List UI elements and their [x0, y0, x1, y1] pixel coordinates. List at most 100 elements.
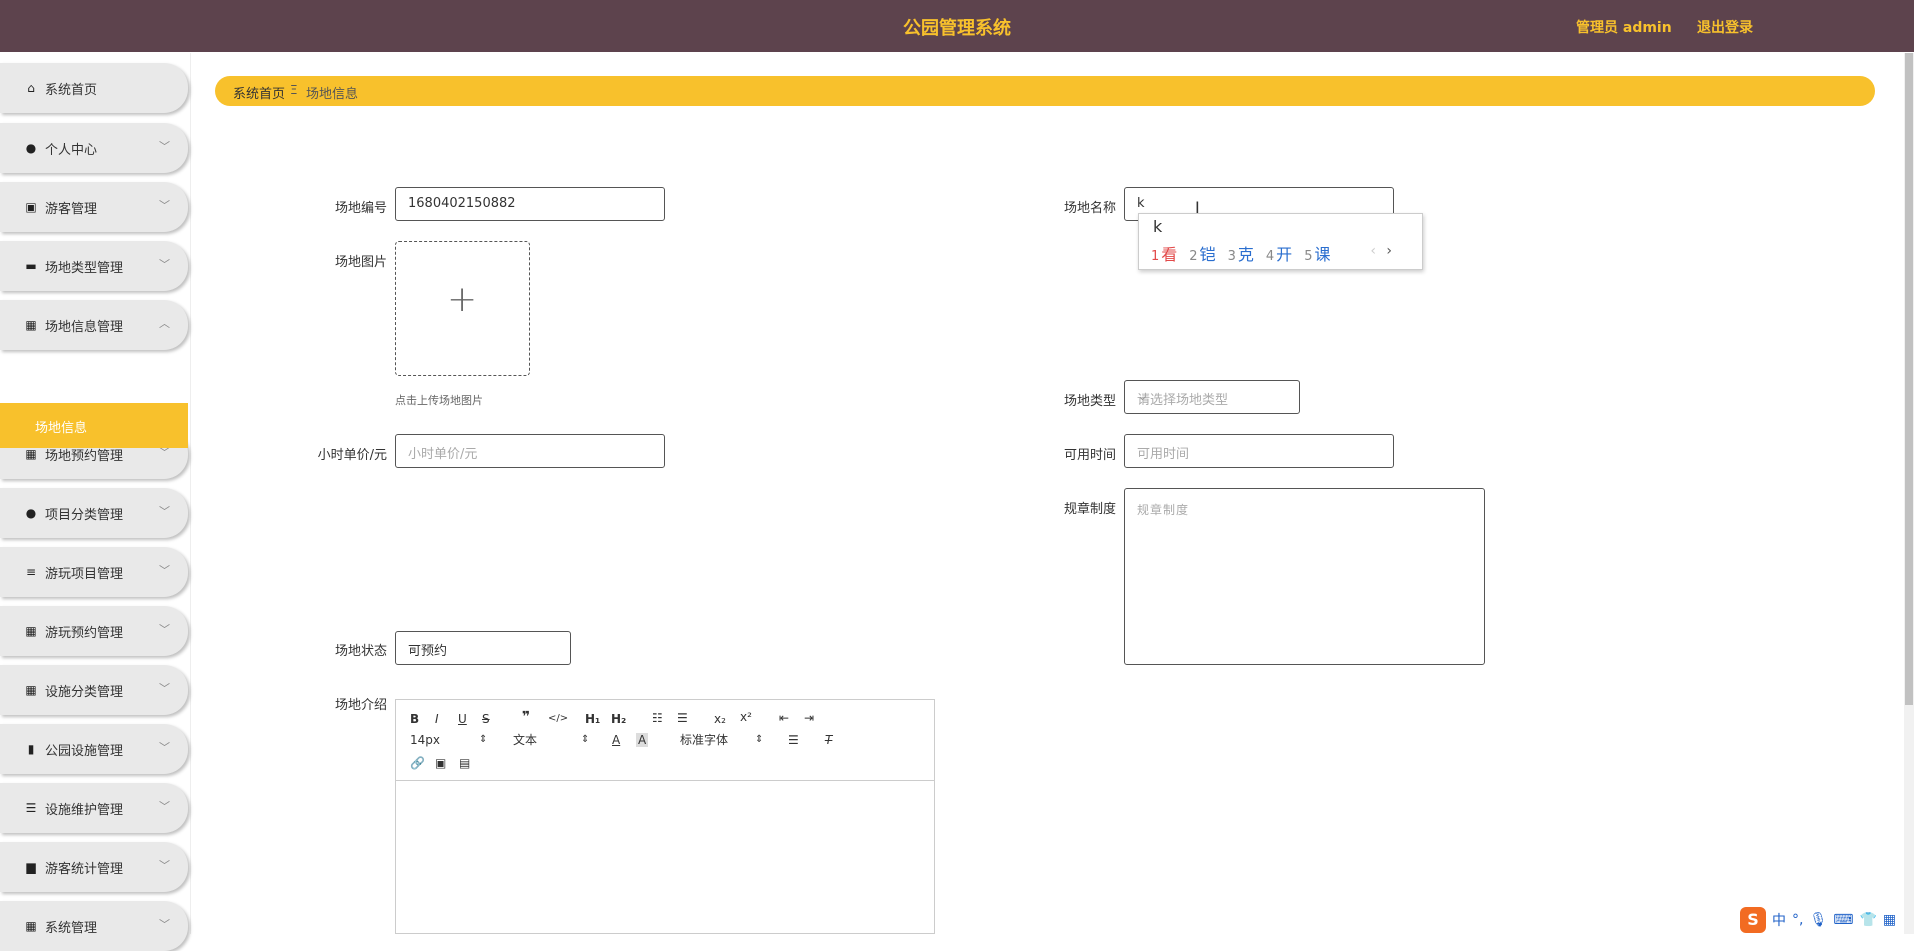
venue-image-label: 场地图片 [334, 255, 387, 270]
sidebar-item[interactable]: ▦ 系统管理 ﹀ [0, 901, 188, 951]
grid-icon: ▦ [25, 318, 37, 332]
sidebar-item[interactable]: ▦ 设施分类管理 ﹀ [0, 665, 188, 715]
breadcrumb-home[interactable]: 系统首页 [233, 83, 285, 102]
sidebar-item[interactable]: ▣ 游客管理 ﹀ [0, 182, 188, 232]
sidebar-item-label: 个人中心 [45, 143, 98, 158]
sidebar-item[interactable]: ▮ 公园设施管理 ﹀ [0, 724, 188, 774]
grid-icon: ▦ [25, 624, 37, 638]
chevron-down-icon: ﹀ [159, 140, 170, 153]
sidebar-item[interactable]: ≡ 游玩项目管理 ﹀ [0, 547, 188, 597]
font-color-icon[interactable]: A [612, 733, 620, 747]
ordered-list-icon[interactable]: ☷ [652, 711, 663, 725]
sidebar-item[interactable]: ▆ 游客统计管理 ﹀ [0, 842, 188, 892]
ime-candidate[interactable]: 3克 [1228, 241, 1254, 265]
image-upload-area[interactable]: + [395, 241, 530, 376]
status-label: 场地状态 [334, 644, 387, 659]
heading2-icon[interactable]: H₂ [611, 712, 626, 726]
ime-candidate-word: 铠 [1199, 245, 1216, 264]
venue-no-input[interactable]: 1680402150882 [395, 187, 665, 221]
sidebar-item[interactable]: ● 个人中心 ﹀ [0, 123, 188, 173]
venue-no-label: 场地编号 [334, 201, 387, 216]
sidebar-item-label: 游客统计管理 [45, 862, 124, 877]
font-family-arrows-icon: ⇕ [755, 734, 764, 745]
chevron-down-icon: ⌄ [408, 640, 419, 655]
sidebar-subitem-venue-info[interactable]: 场地信息 [0, 403, 188, 448]
sidebar-item-label: 系统管理 [45, 921, 98, 936]
sidebar-item[interactable]: ☰ 设施维护管理 ﹀ [0, 783, 188, 833]
venue-type-select[interactable]: 请选择场地类型 ⌄ [1124, 380, 1300, 414]
superscript-icon[interactable]: x² [740, 710, 752, 724]
available-time-input[interactable]: 可用时间 [1124, 434, 1394, 468]
microphone-icon[interactable]: 🎙 [1809, 912, 1827, 928]
code-icon[interactable]: </> [548, 712, 568, 726]
sidebar-item-label: 场地信息管理 [45, 320, 124, 335]
video-icon[interactable]: ▤ [459, 756, 470, 770]
sidebar-item-label: 设施维护管理 [45, 803, 124, 818]
status-select[interactable]: 可预约 ⌄ [395, 631, 571, 665]
underline-icon[interactable]: U [458, 712, 467, 726]
clear-format-icon[interactable]: T̶ [825, 733, 832, 747]
hourly-price-input[interactable]: 小时单价/元 [395, 434, 665, 468]
sidebar-item[interactable]: ▦ 游玩预约管理 ﹀ [0, 606, 188, 656]
font-family-select[interactable]: 标准字体 [680, 733, 728, 747]
sidebar-item-label: 设施分类管理 [45, 685, 124, 700]
ime-next-icon[interactable]: › [1386, 243, 1392, 259]
sidebar-item[interactable]: ⌂ 系统首页 [0, 63, 188, 113]
outdent-icon[interactable]: ⇤ [779, 711, 789, 725]
ime-candidate[interactable]: 4开 [1266, 241, 1292, 265]
skin-icon[interactable]: 👕 [1859, 912, 1876, 928]
ime-candidate[interactable]: 2铠 [1189, 241, 1215, 265]
link-icon[interactable]: 🔗 [410, 756, 425, 770]
page-scrollbar[interactable] [1904, 53, 1914, 934]
indent-icon[interactable]: ⇥ [804, 711, 814, 725]
rules-textarea[interactable]: 规章制度 [1124, 488, 1485, 665]
ime-candidate-number: 5 [1304, 249, 1313, 264]
sidebar-item-label: 场地类型管理 [45, 261, 124, 276]
italic-icon[interactable]: I [435, 712, 439, 726]
chevron-down-icon: ﹀ [159, 859, 170, 872]
sogou-logo-icon[interactable]: S [1740, 906, 1766, 933]
subscript-icon[interactable]: x₂ [714, 712, 726, 726]
ime-nav[interactable]: ‹ › [1370, 243, 1392, 259]
breadcrumb-separator-icon: Ξ [290, 83, 298, 97]
align-icon[interactable]: ☰ [788, 733, 799, 747]
chevron-up-icon: ︿ [159, 317, 170, 330]
venue-name-label: 场地名称 [1063, 201, 1116, 216]
image-icon[interactable]: ▣ [435, 756, 446, 770]
available-time-label: 可用时间 [1063, 448, 1116, 463]
sidebar-item-label: 公园设施管理 [45, 744, 124, 759]
quote-icon[interactable]: ❞ [522, 710, 530, 724]
strikethrough-icon[interactable]: S [482, 712, 490, 726]
breadcrumb: 系统首页 Ξ 场地信息 [215, 76, 1875, 106]
chevron-down-icon: ﹀ [159, 623, 170, 636]
punctuation-icon[interactable]: °, [1792, 912, 1803, 928]
text-style-select[interactable]: 文本 [513, 733, 537, 747]
ime-candidate[interactable]: 1看 [1151, 241, 1177, 265]
scrollbar-thumb[interactable] [1905, 53, 1913, 705]
admin-user-label[interactable]: 管理员 admin [1576, 17, 1672, 37]
logout-link[interactable]: 退出登录 [1697, 17, 1753, 37]
sliders-icon: ☰ [25, 801, 37, 815]
upload-hint: 点击上传场地图片 [395, 394, 483, 407]
keyboard-icon[interactable]: ⌨ [1833, 912, 1853, 928]
ime-candidate[interactable]: 5课 [1304, 241, 1330, 265]
ime-candidate-word: 课 [1314, 245, 1331, 264]
font-size-select[interactable]: 14px [410, 733, 440, 747]
sidebar-item[interactable]: ● 项目分类管理 ﹀ [0, 488, 188, 538]
sidebar-item-label: 项目分类管理 [45, 508, 124, 523]
sidebar-item[interactable]: ▬ 场地类型管理 ﹀ [0, 241, 188, 291]
bullet-list-icon[interactable]: ☰ [677, 711, 688, 725]
monitor-icon: ▬ [25, 259, 37, 273]
sidebar-item[interactable]: ▦ 场地信息管理 ︿ [0, 300, 188, 350]
toolbox-icon[interactable]: ▦ [1883, 912, 1896, 928]
lang-toggle[interactable]: 中 [1772, 910, 1786, 930]
bold-icon[interactable]: B [410, 712, 419, 726]
ime-prev-icon[interactable]: ‹ [1370, 243, 1376, 259]
grid-icon: ▦ [25, 919, 37, 933]
chevron-down-icon: ﹀ [159, 564, 170, 577]
heading1-icon[interactable]: H₁ [585, 712, 600, 726]
chevron-down-icon: ﹀ [159, 258, 170, 271]
background-color-icon[interactable]: A [636, 733, 649, 747]
ime-candidate-number: 1 [1151, 249, 1160, 264]
font-size-arrows-icon: ⇕ [479, 734, 488, 745]
